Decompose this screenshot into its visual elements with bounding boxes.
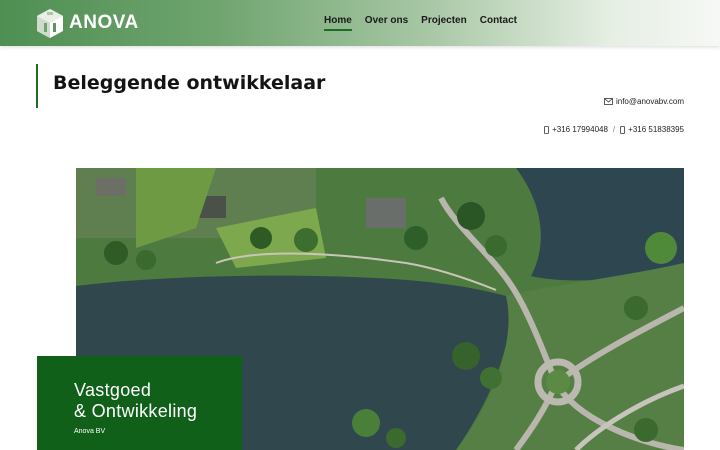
caption-title-line-2: & Ontwikkeling — [74, 401, 198, 421]
nav-projecten[interactable]: Projecten — [421, 15, 467, 31]
phone-1-link[interactable]: +316 17994048 — [552, 125, 608, 134]
contact-phones: +316 17994048 / +316 51838395 — [544, 125, 684, 134]
nav-contact[interactable]: Contact — [480, 15, 517, 31]
logo-text: ANOVA — [69, 12, 139, 33]
nav-home[interactable]: Home — [324, 15, 352, 31]
logo-cube-icon — [37, 8, 63, 38]
caption-title-line-1: Vastgoed — [74, 380, 152, 400]
envelope-icon — [604, 98, 613, 105]
hero-caption: Vastgoed & Ontwikkeling Anova BV — [37, 356, 242, 450]
main-nav: Home Over ons Projecten Contact — [324, 15, 530, 31]
contact-email[interactable]: info@anovabv.com — [604, 97, 684, 106]
phone-icon — [620, 125, 626, 134]
logo[interactable]: ANOVA — [36, 7, 139, 39]
phone-separator: / — [612, 125, 616, 134]
email-text: info@anovabv.com — [615, 97, 684, 106]
caption-company: Anova BV — [74, 428, 106, 435]
site-header: ANOVA Home Over ons Projecten Contact — [0, 0, 720, 46]
phone-2-link[interactable]: +316 51838395 — [628, 125, 684, 134]
phone-icon — [544, 125, 549, 134]
page-title: Beleggende ontwikkelaar — [53, 72, 326, 94]
title-accent-bar — [36, 64, 38, 108]
nav-over-ons[interactable]: Over ons — [365, 15, 408, 31]
